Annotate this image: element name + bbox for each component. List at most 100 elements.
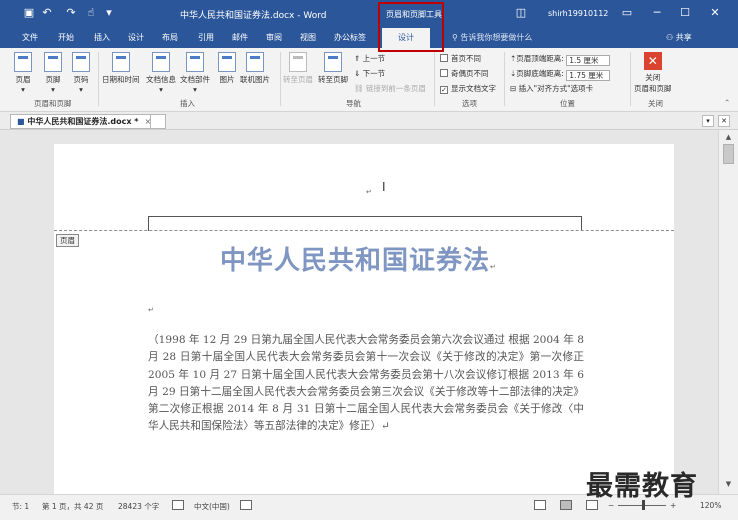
goto-header-icon	[289, 52, 307, 72]
different-first-page-checkbox[interactable]: 首页不同	[440, 53, 481, 64]
document-title-heading[interactable]: 中华人民共和国证券法↵	[220, 240, 497, 277]
header-top-input[interactable]: 1.5 厘米	[566, 55, 611, 66]
tab-mailings[interactable]: 邮件	[232, 32, 248, 43]
online-picture-label: 联机图片	[240, 75, 270, 84]
empty-paragraph-mark: ↵	[148, 306, 154, 314]
collapse-ribbon-icon[interactable]: ⌃	[724, 98, 730, 107]
touch-mode-icon[interactable]: ☝	[84, 6, 98, 20]
minimize-icon[interactable]: ─	[644, 4, 670, 22]
close-icon[interactable]: ✕	[702, 4, 728, 22]
ribbon: 页眉 ▾ 页脚 ▾ 页码 ▾ 页眉和页脚 日期和时间 文档信息 ▾ 文档部件 ▾ 图片 联…	[0, 48, 738, 112]
page-indicator[interactable]: 第 1 页，共 42 页	[42, 501, 103, 512]
macro-record-icon[interactable]	[240, 500, 252, 510]
odd-even-label: 奇偶页不同	[451, 69, 489, 78]
document-title: 中华人民共和国证券法.docx - Word	[180, 11, 327, 21]
doc-info-icon	[152, 52, 170, 72]
share-label: 共享	[675, 33, 692, 42]
close-header-footer-button[interactable]: ✕ 关闭 页眉和页脚	[634, 52, 672, 94]
tab-home[interactable]: 开始	[58, 32, 74, 43]
scroll-up-icon[interactable]: ▲	[723, 133, 734, 143]
header-icon	[14, 52, 32, 72]
header-button[interactable]: 页眉 ▾	[14, 52, 32, 94]
tab-references[interactable]: 引用	[198, 32, 214, 43]
footer-button[interactable]: 页脚 ▾	[44, 52, 62, 94]
close-label: 关闭	[645, 73, 661, 82]
vertical-scrollbar[interactable]: ▲ ▼	[718, 130, 738, 494]
group-label-header-footer: 页眉和页脚	[34, 99, 72, 108]
date-time-button[interactable]: 日期和时间	[102, 52, 140, 85]
username[interactable]: shirh19910112	[548, 9, 608, 18]
page-number-button[interactable]: 页码 ▾	[72, 52, 90, 94]
header-paragraph-mark: ↵	[366, 188, 372, 196]
link-to-previous-button[interactable]: ⛓ 链接到前一条页眉	[354, 83, 426, 94]
different-first-label: 首页不同	[451, 54, 481, 63]
ribbon-tabs: 文件 开始 插入 设计 布局 引用 邮件 审阅 视图 办公标签 设计 ⚲ 告诉我…	[0, 28, 738, 48]
goto-footer-button[interactable]: 转至页脚	[318, 52, 348, 85]
online-picture-icon	[246, 52, 264, 72]
doc-parts-button[interactable]: 文档部件 ▾	[180, 52, 210, 94]
language-indicator[interactable]: 中文(中国)	[194, 501, 230, 512]
align-tab-icon: ⊟	[510, 84, 519, 93]
tab-list-dropdown-icon[interactable]: ▾	[702, 115, 714, 127]
next-icon: ⇓	[354, 69, 363, 78]
tab-insert[interactable]: 插入	[94, 32, 110, 43]
maximize-icon[interactable]: ☐	[672, 4, 698, 22]
tab-review[interactable]: 审阅	[266, 32, 282, 43]
customize-qat-icon[interactable]: ▾	[102, 6, 116, 20]
new-tab-button[interactable]	[150, 114, 166, 129]
ribbon-display-icon[interactable]: ▭	[620, 6, 634, 20]
title-paragraph-mark: ↵	[490, 263, 497, 271]
tab-design[interactable]: 设计	[128, 32, 144, 43]
goto-header-button[interactable]: 转至页眉	[283, 52, 313, 85]
date-time-label: 日期和时间	[102, 75, 140, 84]
zoom-level[interactable]: 120%	[700, 501, 721, 510]
doc-tab-label: 中华人民共和国证券法.docx *	[27, 117, 139, 126]
picture-button[interactable]: 图片	[218, 52, 236, 85]
footer-label: 页脚	[45, 75, 61, 84]
previous-section-button[interactable]: ⇑ 上一节	[354, 53, 385, 64]
print-layout-icon[interactable]	[560, 500, 572, 510]
calendar-icon	[111, 52, 130, 72]
proofing-icon[interactable]	[172, 500, 184, 510]
tab-view[interactable]: 视图	[300, 32, 316, 43]
tell-me-search[interactable]: ⚲ 告诉我你想要做什么	[452, 32, 532, 43]
i-beam-cursor-icon: I	[382, 180, 386, 194]
redo-icon[interactable]: ↷	[64, 6, 78, 20]
read-mode-icon[interactable]	[534, 500, 546, 510]
word-count[interactable]: 28423 个字	[118, 501, 159, 512]
document-area: ↵ I 页眉 中华人民共和国证券法↵ ↵ （1998 年 12 月 29 日第九…	[0, 130, 718, 494]
footer-bottom-input[interactable]: 1.75 厘米	[566, 70, 611, 81]
scroll-down-icon[interactable]: ▼	[723, 480, 734, 490]
checkbox-unchecked-icon	[440, 69, 448, 77]
section-indicator[interactable]: 节: 1	[12, 501, 29, 512]
scroll-thumb[interactable]	[723, 144, 734, 164]
undo-icon[interactable]: ↶	[40, 6, 54, 20]
tab-file[interactable]: 文件	[22, 32, 38, 43]
doc-info-button[interactable]: 文档信息 ▾	[146, 52, 176, 94]
header-boundary-line	[54, 230, 674, 231]
group-label-navigation: 导航	[346, 99, 361, 108]
insert-align-tab-label: 插入"对齐方式"选项卡	[518, 84, 594, 93]
close-doc-icon[interactable]: ✕	[718, 115, 730, 127]
tab-layout[interactable]: 布局	[162, 32, 178, 43]
share-button[interactable]: ⚇ 共享	[666, 32, 692, 43]
link-previous-label: 链接到前一条页眉	[365, 84, 426, 93]
link-icon: ⛓	[354, 84, 366, 93]
page-number-label: 页码	[73, 75, 89, 84]
header-label: 页眉	[15, 75, 31, 84]
next-section-button[interactable]: ⇓ 下一节	[354, 68, 385, 79]
document-tab[interactable]: ■ 中华人民共和国证券法.docx * ×	[10, 114, 159, 129]
next-label: 下一节	[362, 69, 386, 78]
tab-office-tabs[interactable]: 办公标签	[334, 32, 366, 43]
group-separator	[280, 52, 281, 106]
save-icon[interactable]: ▣	[22, 6, 36, 20]
online-picture-button[interactable]: 联机图片	[240, 52, 270, 85]
group-label-insert: 插入	[180, 99, 195, 108]
insert-align-tab-button[interactable]: ⊟ 插入"对齐方式"选项卡	[510, 83, 593, 94]
show-doc-text-checkbox[interactable]: ✓ 显示文档文字	[440, 83, 496, 94]
document-page[interactable]: ↵ I 页眉 中华人民共和国证券法↵ ↵ （1998 年 12 月 29 日第九…	[54, 144, 674, 494]
account-icon[interactable]: ◫	[514, 6, 528, 20]
different-odd-even-checkbox[interactable]: 奇偶页不同	[440, 68, 489, 79]
group-label-options: 选项	[462, 99, 477, 108]
document-body-paragraph[interactable]: （1998 年 12 月 29 日第九届全国人民代表大会常务委员会第六次会议通过…	[148, 332, 584, 436]
